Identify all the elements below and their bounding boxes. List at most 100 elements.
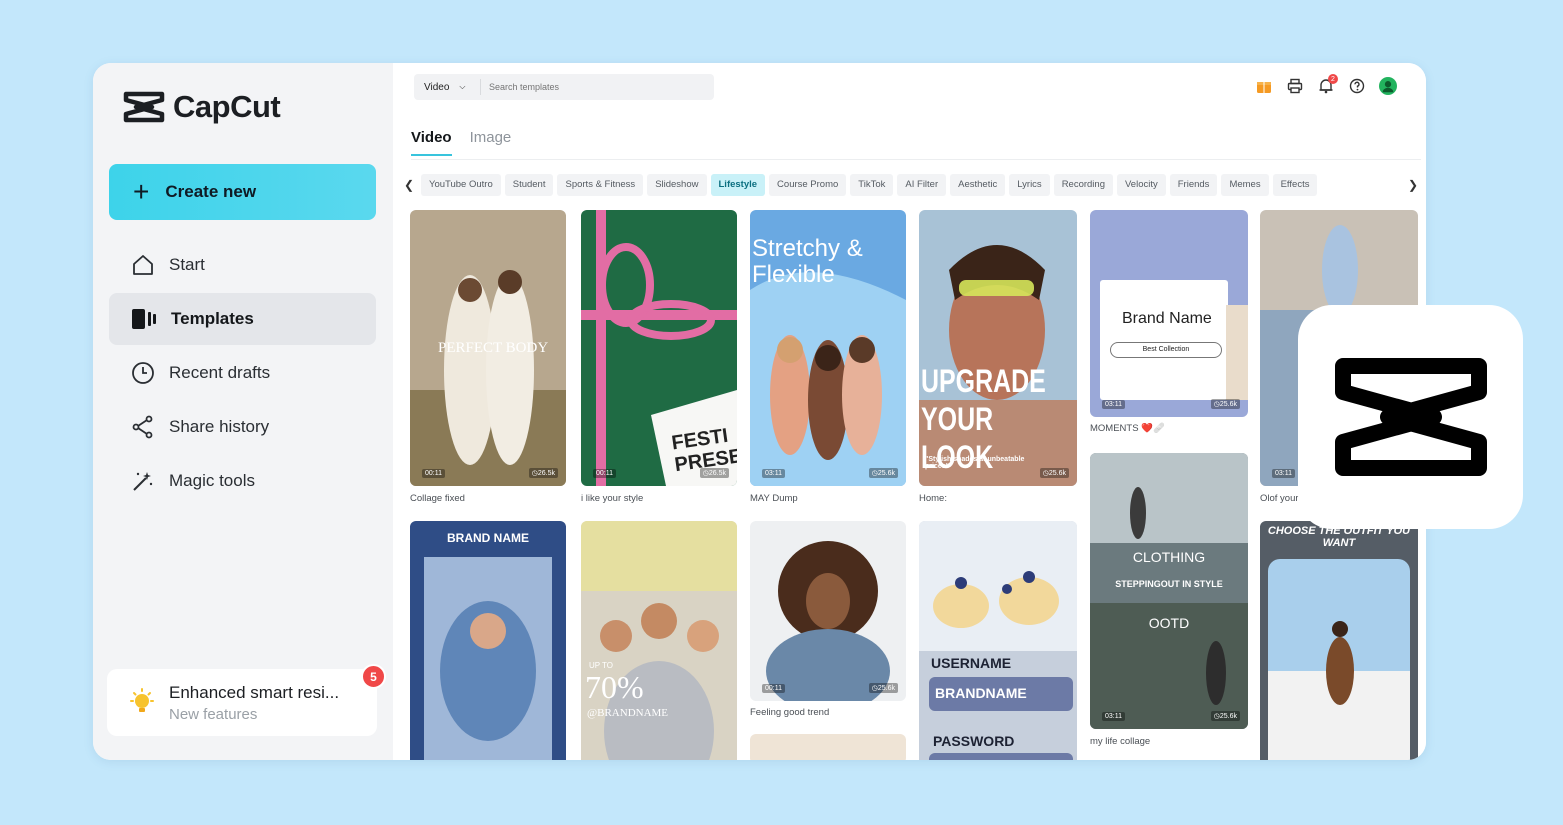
tab-video[interactable]: Video xyxy=(411,129,452,156)
category-chip-active[interactable]: Lifestyle xyxy=(710,174,766,196)
logo-wordmark: CapCut xyxy=(173,89,281,124)
help-icon[interactable] xyxy=(1348,77,1366,95)
sidebar: CapCut + Create new Start Templates Rece… xyxy=(93,63,393,760)
template-card[interactable]: Brand Name Best Collection 03:11 ◷25.6k xyxy=(1090,210,1248,417)
template-overlay-tag: @BRANDNAME xyxy=(587,707,669,719)
create-new-button[interactable]: + Create new xyxy=(109,164,376,220)
capcut-app-icon xyxy=(1298,305,1523,529)
category-chip[interactable]: Memes xyxy=(1221,174,1269,196)
category-chip[interactable]: Velocity xyxy=(1117,174,1166,196)
template-card[interactable]: UP TO 70% @BRANDNAME xyxy=(581,521,737,760)
template-card[interactable] xyxy=(750,734,906,760)
template-overlay-text: BRAND NAME xyxy=(447,531,529,545)
tab-image[interactable]: Image xyxy=(470,129,512,156)
sidebar-item-label: Recent drafts xyxy=(169,363,271,382)
sidebar-item-label: Start xyxy=(169,255,205,274)
sidebar-item-share-history[interactable]: Share history xyxy=(109,401,376,453)
home-icon xyxy=(133,255,153,275)
clock-icon xyxy=(132,362,154,384)
template-caption: MOMENTS ❤️🩹 xyxy=(1090,423,1165,434)
template-overlay-text: 70% xyxy=(585,669,644,705)
category-chip[interactable]: Aesthetic xyxy=(950,174,1006,196)
category-chip[interactable]: Recording xyxy=(1053,174,1113,196)
create-new-label: Create new xyxy=(165,182,257,201)
duration-label: 00:11 xyxy=(422,469,445,478)
main-panel: Video ⌵ 2 Video Image xyxy=(393,63,1426,760)
template-overlay-field: BRANDNAME xyxy=(935,685,1027,701)
uses-count: ◷26.5k xyxy=(528,468,558,478)
category-chip[interactable]: TikTok xyxy=(850,174,894,196)
category-chip[interactable]: Effects xyxy=(1272,174,1318,196)
uses-count: ◷25.6k xyxy=(1039,468,1069,478)
category-chip[interactable]: Friends xyxy=(1169,174,1218,196)
bell-icon[interactable]: 2 xyxy=(1317,74,1338,95)
category-chip[interactable]: Slideshow xyxy=(647,174,707,196)
template-caption: Collage fixed xyxy=(410,493,465,504)
printer-icon[interactable] xyxy=(1286,77,1304,95)
category-chip[interactable]: YouTube Outro xyxy=(421,174,501,196)
feature-subtitle: New features xyxy=(169,706,258,723)
template-overlay-subtext: Best Collection xyxy=(1110,342,1222,358)
feature-title: Enhanced smart resi... xyxy=(169,683,340,702)
category-chip[interactable]: Student xyxy=(504,174,554,196)
search-input[interactable] xyxy=(481,81,711,93)
sidebar-item-start[interactable]: Start xyxy=(109,239,376,291)
template-thumbnail xyxy=(1090,453,1248,729)
template-overlay-tag: OOTD xyxy=(1148,615,1190,631)
duration-label: 03:11 xyxy=(1102,400,1125,409)
category-chip[interactable]: Sports & Fitness xyxy=(557,174,644,196)
template-thumbnail xyxy=(581,521,737,760)
template-thumbnail xyxy=(750,521,906,701)
template-thumbnail xyxy=(919,521,1077,760)
capcut-logo-icon xyxy=(1334,358,1487,476)
category-chip[interactable]: AI Filter xyxy=(897,174,947,196)
new-feature-card[interactable]: Enhanced smart resi... New features xyxy=(107,669,377,736)
category-chips: YouTube Outro Student Sports & Fitness S… xyxy=(421,174,1401,196)
tabs-divider xyxy=(411,159,1421,160)
template-card[interactable]: USERNAME BRANDNAME PASSWORD xyxy=(919,521,1077,760)
media-tabs: Video Image xyxy=(411,129,511,156)
duration-label: 03:11 xyxy=(1102,712,1125,721)
sidebar-item-label: Magic tools xyxy=(169,471,255,490)
sidebar-item-label: Templates xyxy=(171,309,254,328)
sidebar-item-recent-drafts[interactable]: Recent drafts xyxy=(109,347,376,399)
category-bar: ❮ YouTube Outro Student Sports & Fitness… xyxy=(401,173,1421,197)
category-chip[interactable]: Lyrics xyxy=(1009,174,1050,196)
chevron-right-icon[interactable]: ❯ xyxy=(1405,175,1421,195)
chevron-left-icon[interactable]: ❮ xyxy=(401,175,417,195)
template-card[interactable]: UPGRADE YOUR LOOK "Stylish shades at unb… xyxy=(919,210,1077,486)
uses-count: ◷25.6k xyxy=(1210,711,1240,721)
template-card[interactable]: CHOOSE THE OUTFIT YOU WANT xyxy=(1260,521,1418,760)
search-type-label: Video xyxy=(424,81,450,93)
gift-icon[interactable] xyxy=(1255,77,1273,95)
template-card[interactable]: FESTI PRESEN 00:11 ◷26.5k xyxy=(581,210,737,486)
chevron-down-icon: ⌵ xyxy=(459,82,466,91)
template-overlay-text: Brand Name xyxy=(1122,310,1212,327)
top-toolbar: 2 xyxy=(1255,74,1397,95)
template-card[interactable]: BRAND NAME xyxy=(410,521,566,760)
magic-wand-icon xyxy=(133,472,153,491)
sidebar-item-templates[interactable]: Templates xyxy=(109,293,376,345)
search-type-dropdown[interactable]: Video ⌵ xyxy=(414,79,481,95)
template-card[interactable]: PERFECT BODY 00:11 ◷26.5k xyxy=(410,210,566,486)
template-overlay-text: USERNAME xyxy=(931,655,1012,671)
template-overlay-label: PASSWORD xyxy=(933,733,1015,749)
duration-label: 03:11 xyxy=(1272,469,1295,478)
plus-icon: + xyxy=(133,176,150,207)
notification-count: 2 xyxy=(1328,74,1338,84)
feature-count-badge: 5 xyxy=(361,664,386,689)
template-caption: Feeling good trend xyxy=(750,707,830,718)
search-bar: Video ⌵ xyxy=(414,74,714,100)
sidebar-item-magic-tools[interactable]: Magic tools xyxy=(109,455,376,507)
template-card[interactable]: Stretchy & Flexible 03:11 ◷25.6k xyxy=(750,210,906,486)
template-overlay-subtext: STEPPINGOUT IN STYLE xyxy=(1115,579,1223,589)
category-chip[interactable]: Course Promo xyxy=(769,174,847,196)
share-icon xyxy=(132,415,153,439)
template-card[interactable]: 00:11 ◷25.6k xyxy=(750,521,906,701)
avatar-icon[interactable] xyxy=(1379,77,1397,95)
template-card[interactable]: CLOTHING STEPPINGOUT IN STYLE OOTD 03:11… xyxy=(1090,453,1248,729)
uses-count: ◷25.6k xyxy=(1210,399,1240,409)
duration-label: 00:11 xyxy=(593,469,616,478)
template-thumbnail xyxy=(410,521,566,760)
capcut-logo[interactable]: CapCut xyxy=(123,89,281,125)
